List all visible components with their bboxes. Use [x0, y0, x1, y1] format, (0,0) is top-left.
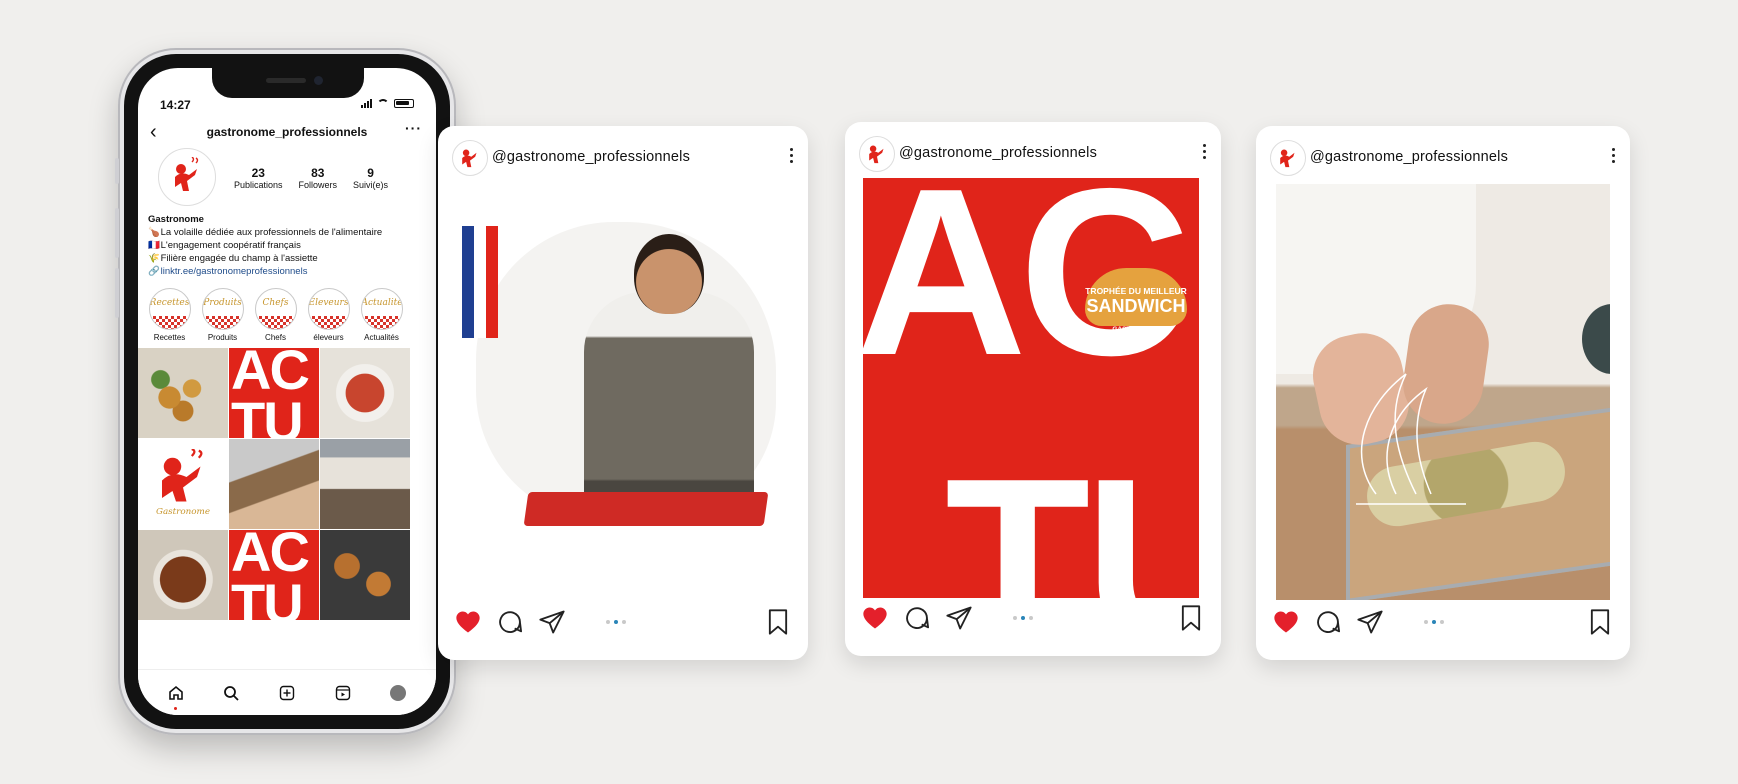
status-time: 14:27	[160, 98, 191, 112]
bio-line-3: 🌾 Filière engagée du champ à l'assiette	[148, 253, 318, 264]
post-actions	[1272, 608, 1614, 638]
bookmark-icon[interactable]	[1177, 604, 1205, 632]
post-username[interactable]: @gastronome_professionnels	[1310, 149, 1508, 165]
share-icon[interactable]	[538, 608, 566, 636]
gastronome-logo-icon	[1280, 149, 1295, 168]
more-options-icon[interactable]	[1612, 148, 1616, 166]
carousel-indicator	[1013, 616, 1033, 620]
highlight-chefs[interactable]: Chefs Chefs	[254, 288, 297, 342]
grid-post-logo[interactable]: Gastronome	[138, 439, 228, 529]
bookmark-icon[interactable]	[764, 608, 792, 636]
bio-line-1: 🍗 La volaille dédiée aux professionnels …	[148, 227, 383, 238]
post-card-2: @gastronome_professionnels AC TU TROPHÉE…	[845, 122, 1221, 656]
profile-username: gastronome_professionnels	[206, 125, 368, 139]
profile-bio: Gastronome 🍗 La volaille dédiée aux prof…	[148, 213, 428, 278]
post-card-3: @gastronome_professionnels	[1256, 126, 1630, 660]
bio-line-2: 🇫🇷 L'engagement coopératif français	[148, 240, 301, 251]
mute-switch	[115, 158, 119, 184]
trophy-badge: TROPHÉE DU MEILLEUR SANDWICH GASTRONOME …	[1085, 268, 1187, 352]
grid-post-soup[interactable]	[138, 530, 228, 620]
post-header: @gastronome_professionnels	[859, 136, 1207, 172]
volume-up-button	[115, 208, 119, 258]
more-options-icon[interactable]	[790, 148, 794, 166]
post-image-kitchen[interactable]	[1276, 184, 1610, 600]
gastronome-logo-icon	[175, 157, 199, 191]
heart-filled-icon[interactable]	[454, 608, 482, 636]
bottom-nav	[138, 669, 436, 715]
search-icon[interactable]	[220, 682, 242, 704]
create-post-icon[interactable]	[276, 682, 298, 704]
link-icon: 🔗	[148, 266, 160, 277]
grid-post-actu[interactable]: AC TU	[229, 348, 319, 438]
grid-post-burger[interactable]	[320, 530, 410, 620]
highlight-produits[interactable]: Produits Produits	[201, 288, 244, 342]
phone-bezel: 14:27 ‹ gastronome_professionnels ··· 23…	[124, 54, 450, 729]
bookmark-icon[interactable]	[1586, 608, 1614, 636]
post-avatar[interactable]	[859, 136, 895, 172]
svg-text:Gastronome: Gastronome	[156, 507, 210, 517]
more-options-icon[interactable]: ···	[405, 120, 422, 136]
story-highlights: Recettes Recettes Produits Produits Chefs C…	[148, 288, 403, 342]
comment-icon[interactable]	[1314, 608, 1342, 636]
post-actions	[861, 604, 1205, 634]
stat-publications[interactable]: 23 Publications	[234, 166, 283, 190]
grid-post-actu-2[interactable]: AC TU	[229, 530, 319, 620]
gastronome-logo-icon: Gastronome	[156, 449, 210, 517]
highlight-actualites[interactable]: ActualitésActualités	[360, 288, 403, 342]
heart-filled-icon[interactable]	[861, 604, 889, 632]
highlight-recettes[interactable]: Recettes Recettes	[148, 288, 191, 342]
profile-stats: 23 Publications 83 Followers 9 Suivi(e)s	[234, 166, 388, 190]
post-avatar[interactable]	[452, 140, 488, 176]
post-header: @gastronome_professionnels	[1270, 140, 1616, 176]
stat-following[interactable]: 9 Suivi(e)s	[353, 166, 388, 190]
grid-post-dish[interactable]	[320, 348, 410, 438]
bio-link[interactable]: 🔗 linktr.ee/gastronomeprofessionnels	[148, 265, 428, 278]
post-header: @gastronome_professionnels	[452, 140, 794, 176]
post-avatar[interactable]	[1270, 140, 1306, 176]
wifi-icon	[377, 98, 389, 108]
posts-grid: AC TU Gastronome AC TU	[138, 348, 410, 620]
grid-post-knife[interactable]	[229, 439, 319, 529]
post-actions	[454, 608, 792, 638]
grid-post-chef[interactable]	[320, 439, 410, 529]
heart-filled-icon[interactable]	[1272, 608, 1300, 636]
profile-header: ‹ gastronome_professionnels ···	[138, 120, 436, 144]
carousel-indicator	[606, 620, 626, 624]
signal-icon	[361, 98, 372, 108]
stat-followers[interactable]: 83 Followers	[299, 166, 338, 190]
comment-icon[interactable]	[903, 604, 931, 632]
drumstick-icon: 🍗	[148, 227, 160, 238]
battery-icon	[394, 98, 414, 108]
profile-tab-avatar[interactable]	[387, 682, 409, 704]
reels-icon[interactable]	[332, 682, 354, 704]
gastronome-logo-icon	[462, 149, 477, 168]
french-flag-icon	[462, 226, 498, 338]
instagram-profile-screen: 14:27 ‹ gastronome_professionnels ··· 23…	[138, 68, 436, 715]
highlight-eleveurs[interactable]: Éleveurs éleveurs	[307, 288, 350, 342]
more-options-icon[interactable]	[1203, 144, 1207, 162]
home-icon[interactable]	[165, 682, 187, 710]
share-icon[interactable]	[1356, 608, 1384, 636]
post-image-actu[interactable]: AC TU TROPHÉE DU MEILLEUR SANDWICH GASTR…	[863, 178, 1199, 598]
post-username[interactable]: @gastronome_professionnels	[899, 145, 1097, 161]
status-icons	[361, 98, 414, 108]
wheat-icon: 🌾	[148, 253, 160, 264]
phone-mockup: 14:27 ‹ gastronome_professionnels ··· 23…	[115, 48, 459, 735]
carousel-indicator	[1424, 620, 1444, 624]
notch	[212, 68, 364, 98]
french-flag-icon: 🇫🇷	[148, 240, 160, 251]
steam-line-art	[1356, 373, 1466, 505]
gastronome-logo-icon	[869, 145, 884, 164]
post-image-chef[interactable]	[456, 182, 790, 592]
comment-icon[interactable]	[496, 608, 524, 636]
grid-post-food[interactable]	[138, 348, 228, 438]
post-card-1: @gastronome_professionnels	[438, 126, 808, 660]
profile-avatar[interactable]	[158, 148, 216, 206]
share-icon[interactable]	[945, 604, 973, 632]
volume-down-button	[115, 268, 119, 318]
profile-name: Gastronome	[148, 214, 204, 225]
post-username[interactable]: @gastronome_professionnels	[492, 149, 690, 165]
